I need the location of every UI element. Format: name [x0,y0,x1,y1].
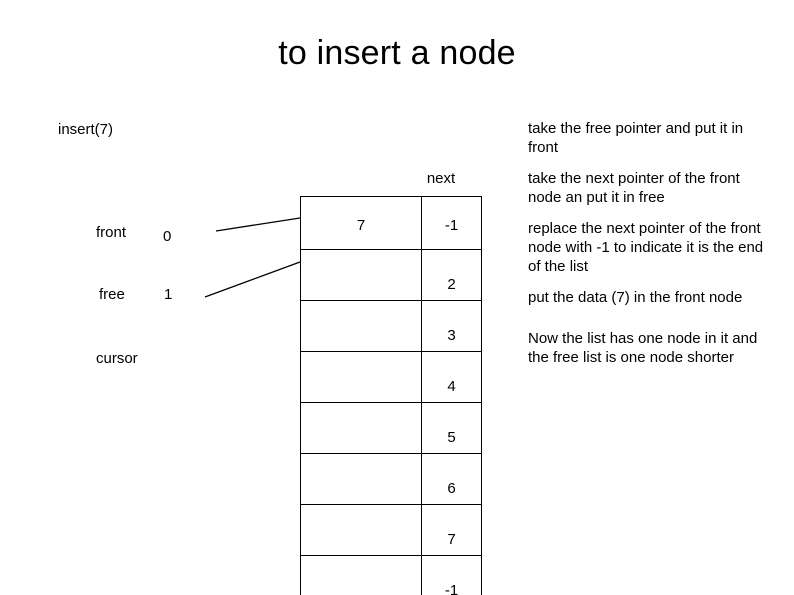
note-step-3: replace the next pointer of the front no… [528,220,764,275]
node-data-cell [300,300,422,352]
note-step-1: take the free pointer and put it in fron… [528,120,744,156]
insert-call-label: insert(7) [58,121,114,138]
node-next-cell: 4 [421,351,482,403]
node-array-table: 7 -1 2 3 4 5 6 7 -1 [300,196,482,595]
node-next-cell: 5 [421,402,482,454]
cursor-pointer-label: cursor [96,350,138,367]
next-column-header: next [426,170,456,187]
node-next-cell: -1 [421,196,482,250]
node-data-cell: 7 [300,196,422,250]
free-pointer-connector-line [204,261,301,298]
node-next-cell: 6 [421,453,482,505]
table-row: -1 [300,555,482,595]
front-pointer-connector-line [215,217,301,232]
node-next-cell: -1 [421,555,482,595]
node-data-cell [300,555,422,595]
slide-canvas: to insert a node insert(7) front 0 free … [0,0,794,595]
table-row: 3 [300,300,482,352]
note-step-2: take the next pointer of the front node … [528,170,740,206]
table-row: 2 [300,249,482,301]
table-row: 5 [300,402,482,454]
free-pointer-label: free [99,286,125,303]
node-data-cell [300,249,422,301]
node-next-cell: 2 [421,249,482,301]
note-step-4: put the data (7) in the front node [528,289,743,306]
node-data-cell [300,402,422,454]
table-row: 6 [300,453,482,505]
page-title: to insert a node [278,34,516,72]
free-pointer-value: 1 [164,286,173,303]
node-table-body: 7 -1 2 3 4 5 6 7 -1 [300,196,482,595]
front-pointer-value: 0 [163,228,172,245]
table-row: 4 [300,351,482,403]
explanation-notes: take the free pointer and put it in fron… [528,119,774,379]
table-row: 7 [300,504,482,556]
node-data-cell [300,453,422,505]
node-data-cell [300,351,422,403]
node-data-cell [300,504,422,556]
node-next-cell: 7 [421,504,482,556]
table-row: 7 -1 [300,196,482,250]
front-pointer-label: front [96,224,127,241]
note-summary: Now the list has one node in it and the … [528,330,758,366]
node-next-cell: 3 [421,300,482,352]
